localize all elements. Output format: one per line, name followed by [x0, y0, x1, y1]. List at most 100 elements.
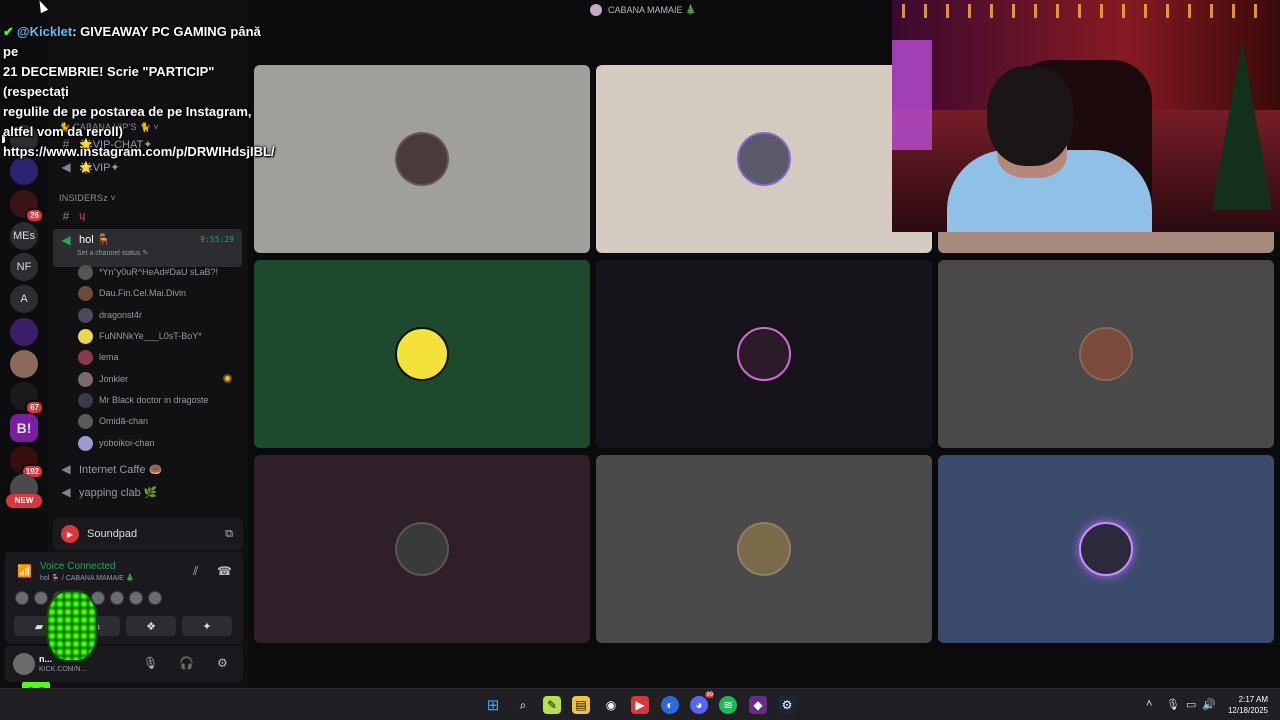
participant-tile[interactable] [254, 65, 590, 253]
headphones-icon[interactable]: 🎧 [179, 656, 194, 670]
volume-icon[interactable]: 🔊 [1202, 698, 1216, 711]
avatar [78, 371, 93, 387]
channel-status[interactable]: Set a channel status ✎ [77, 249, 148, 257]
server-icon-6[interactable]: 67 [10, 382, 44, 415]
steam-icon[interactable]: ⚙ [778, 696, 796, 714]
notepad-icon[interactable]: ✎ [543, 696, 561, 714]
server-a[interactable]: A [10, 285, 38, 313]
user-status: KICK.COM/N... [39, 666, 87, 673]
voice-member[interactable]: Jonkler [78, 370, 128, 388]
settings-gear-icon[interactable]: ⚙ [217, 656, 228, 670]
game-icon[interactable]: ◆ [749, 696, 767, 714]
member-name: Dau.Fin.Cel.Mai.Divin [99, 288, 187, 298]
tray-chevron-icon[interactable]: ˄ [1146, 698, 1152, 710]
popout-icon[interactable]: ⧉ [225, 528, 233, 541]
member-name: Omidă-chan [99, 416, 149, 426]
voice-member[interactable]: Mr Black doctor in dragoste [78, 391, 209, 409]
voice-member[interactable]: dragonst4r [78, 306, 142, 324]
avatar [148, 591, 162, 605]
webcam-overlay [892, 0, 1280, 232]
chat-username: @Kicklet [16, 24, 73, 39]
server-b-icon[interactable]: B! [10, 414, 38, 442]
participant-tile[interactable] [596, 65, 932, 253]
channel-label: ɥ [79, 210, 86, 222]
participant-tile[interactable] [596, 260, 932, 448]
category-label: INSIDERSz [59, 193, 108, 203]
participant-tile[interactable] [938, 455, 1274, 643]
server-icon-5[interactable] [10, 350, 38, 378]
voice-member[interactable]: *Yn"y0uR^HeAd#DaU sLaB?! [78, 263, 218, 281]
activities-button[interactable]: ❖ [126, 616, 176, 636]
windows-start-icon[interactable]: ⊞ [484, 696, 502, 714]
server-icon-3[interactable]: 26 [10, 190, 44, 223]
taskbar-clock[interactable]: 2:17 AM 12/18/2025 [1222, 694, 1268, 716]
windows-taskbar: ⊞ ⌕ ✎ ▤ ◉ ▶ ◐ ◕ 99 ≋ ◆ ⚙ ˄ 🎙 ▭ 🔊 2:17 AM … [0, 688, 1280, 720]
voice-member[interactable]: Omidă-chan [78, 412, 148, 430]
title-text: CABANA MAMAIE 🎄 [608, 4, 697, 15]
chat-line: altfel vom da reroll) [3, 124, 123, 139]
hash-icon: # [62, 209, 70, 223]
avatar [395, 522, 449, 576]
member-name: yoboikoi-chan [99, 438, 155, 448]
participant-tile[interactable] [254, 260, 590, 448]
channel-insiders[interactable]: # ɥ [53, 206, 242, 226]
obs-icon[interactable]: ◉ [602, 696, 620, 714]
disconnect-icon[interactable]: ☎ [217, 564, 232, 578]
server-nf[interactable]: NF [10, 253, 38, 281]
voice-member[interactable]: FuNNNkYe___L0sT-BoY* [78, 327, 202, 345]
discord-badge: 99 [705, 692, 714, 698]
spotify-icon[interactable]: ≋ [719, 696, 737, 714]
file-explorer-icon[interactable]: ▤ [572, 696, 590, 714]
soundboard-button[interactable]: ✦ [182, 616, 232, 636]
speaker-icon: ◀ [61, 485, 71, 499]
channel-hol-active[interactable]: ◀ hol 🪑 9:55:29 Set a channel status ✎ [53, 229, 242, 267]
browser-icon[interactable]: ◐ [661, 696, 679, 714]
server-label: NF [16, 261, 32, 273]
tray-mic-icon[interactable]: 🎙 [1166, 698, 1180, 711]
chat-line: 21 DECEMBRIE! Scrie "PARTICIP" (respecta… [3, 64, 215, 99]
noise-suppression-icon[interactable]: ⫽ [193, 564, 198, 579]
avatar [737, 327, 791, 381]
speaking-indicator [223, 374, 232, 383]
avatar [1079, 327, 1133, 381]
member-name: Jonkler [99, 374, 129, 384]
server-icon-7[interactable]: 192 [10, 446, 44, 479]
speaker-icon: ◀ [61, 160, 71, 174]
voice-channel-path[interactable]: hol 🪑 / CABANA MAMAIE 🎄 [40, 574, 134, 582]
microphone-icon[interactable]: 🎙 [143, 656, 158, 670]
call-timer: 9:55:29 [200, 235, 234, 244]
new-badge: NEW [6, 494, 42, 508]
avatar[interactable] [13, 653, 35, 675]
participant-tile[interactable] [938, 260, 1274, 448]
avatar [110, 591, 124, 605]
signal-icon: 📶 [17, 564, 32, 578]
chat-line: https://www.instagram.com/p/DRWIHdsjIBL/ [3, 144, 275, 159]
voice-member[interactable]: lema [78, 348, 119, 366]
voice-status[interactable]: Voice Connected [40, 561, 116, 572]
participant-tile[interactable] [254, 455, 590, 643]
stream-chat-overlay: ✔ @Kicklet: GIVEAWAY PC GAMING până pe 21… [3, 22, 278, 162]
soundpad-panel[interactable]: ▶ Soundpad ⧉ [53, 518, 243, 550]
user-name[interactable]: n... [39, 654, 52, 664]
category-insiders[interactable]: INSIDERSz ˅ [59, 193, 116, 203]
channel-yapping-clab[interactable]: ◀ yapping clab 🌿 [53, 482, 242, 502]
discord-icon[interactable]: ◕ 99 [690, 692, 714, 714]
avatar [78, 307, 93, 323]
voice-member[interactable]: yoboikoi-chan [78, 434, 155, 452]
member-name: lema [99, 352, 119, 362]
member-name: FuNNNkYe___L0sT-BoY* [99, 331, 202, 341]
channel-internet-caffe[interactable]: ◀ Internet Caffe 🍩 [53, 459, 242, 479]
channel-label: hol 🪑 [79, 234, 111, 246]
network-icon[interactable]: ▭ [1186, 698, 1196, 711]
server-mes[interactable]: MEs [10, 222, 38, 250]
voice-member[interactable]: Dau.Fin.Cel.Mai.Divin [78, 284, 186, 302]
play-icon[interactable]: ▶ [61, 525, 79, 543]
user-panel: n... KICK.COM/N... 🎙 🎧 ⚙ [5, 646, 243, 682]
avatar [737, 132, 791, 186]
media-player-icon[interactable]: ▶ [631, 696, 649, 714]
server-icon-4[interactable] [10, 318, 38, 346]
avatar [78, 413, 93, 429]
participant-tile[interactable] [596, 455, 932, 643]
search-icon[interactable]: ⌕ [514, 696, 532, 714]
avatar [15, 591, 29, 605]
